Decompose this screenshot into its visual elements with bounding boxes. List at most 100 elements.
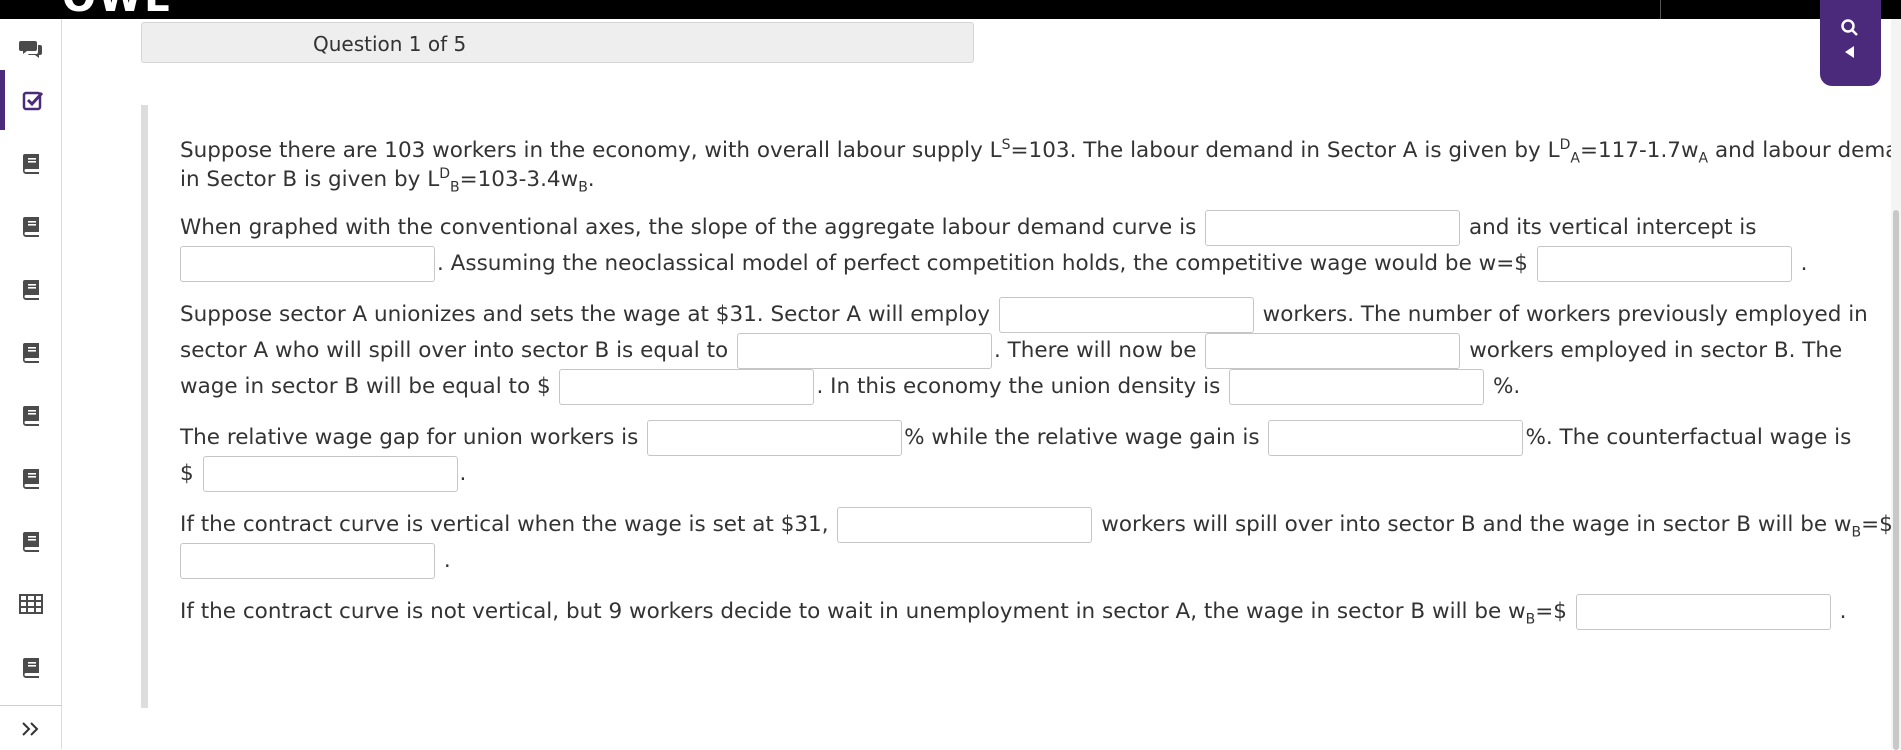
intro-text: =117-1.7w bbox=[1579, 138, 1699, 163]
p3-text: %. bbox=[1492, 374, 1521, 399]
intro-text: =103-3.4w bbox=[459, 167, 579, 192]
side-panel-tab[interactable] bbox=[1820, 0, 1881, 86]
intro-text: =103. The labour demand in Sector A is g… bbox=[1010, 138, 1560, 163]
p2-text: . Assuming the neoclassical model of per… bbox=[437, 251, 1528, 276]
book-icon bbox=[22, 658, 39, 678]
intro-text: and labour demand bbox=[1714, 138, 1901, 163]
wage-gain-input[interactable] bbox=[1268, 420, 1524, 456]
slope-input[interactable] bbox=[1205, 210, 1461, 246]
question-intro-line-2: in Sector B is given by LDB=103-3.4wB. bbox=[180, 165, 595, 196]
sidebar-item-questions[interactable] bbox=[0, 70, 61, 130]
p5-text: workers will spill over into sector B an… bbox=[1101, 512, 1852, 537]
sub-b: B bbox=[578, 179, 588, 196]
sector-b-wage-input[interactable] bbox=[559, 369, 815, 405]
sector-a-employ-input[interactable] bbox=[998, 297, 1254, 333]
question-p3-line-1: Suppose sector A unionizes and sets the … bbox=[180, 297, 1868, 333]
sidebar-item-book-6[interactable] bbox=[0, 448, 61, 508]
intro-text: . bbox=[587, 167, 595, 192]
vertical-spillover-input[interactable] bbox=[837, 507, 1093, 543]
p2-text: and its vertical intercept is bbox=[1468, 215, 1757, 240]
p4-text: The relative wage gap for union workers … bbox=[180, 425, 639, 450]
p4-text: . bbox=[459, 461, 467, 486]
book-icon bbox=[22, 343, 39, 363]
p2-text: When graphed with the conventional axes,… bbox=[180, 215, 1197, 240]
sup-d: D bbox=[439, 165, 450, 182]
sub-b: B bbox=[1525, 611, 1536, 628]
logo: OWL bbox=[62, 0, 172, 18]
spillover-input[interactable] bbox=[737, 333, 992, 369]
question-p3-line-3: wage in sector B will be equal to $ . In… bbox=[180, 369, 1520, 405]
intro-text: Suppose there are 103 workers in the eco… bbox=[180, 138, 1002, 163]
sidebar-item-table[interactable] bbox=[0, 574, 61, 634]
p3-text: workers employed in sector B. The bbox=[1469, 338, 1843, 363]
wage-gap-input[interactable] bbox=[647, 420, 903, 456]
sup-s: S bbox=[1001, 136, 1011, 153]
p4-text: % while the relative wage gain is bbox=[904, 425, 1260, 450]
counterfactual-wage-input[interactable] bbox=[202, 456, 458, 492]
p3-text: . There will now be bbox=[994, 338, 1197, 363]
sidebar-item-book-8[interactable] bbox=[0, 637, 61, 697]
book-icon bbox=[22, 532, 39, 552]
sidebar-item-book-1[interactable] bbox=[0, 133, 61, 193]
p2-text: . bbox=[1800, 251, 1808, 276]
double-chevron-right-icon bbox=[21, 722, 38, 736]
p3-text: . In this economy the union density is bbox=[816, 374, 1221, 399]
top-bar: OWL bbox=[0, 0, 1901, 19]
p6-text: . bbox=[1839, 599, 1847, 624]
question-p5-line-1: If the contract curve is vertical when t… bbox=[180, 507, 1893, 543]
question-p4-line-1: The relative wage gap for union workers … bbox=[180, 420, 1851, 456]
sub-a: A bbox=[1570, 150, 1580, 167]
book-icon bbox=[22, 406, 39, 426]
book-icon bbox=[22, 154, 39, 174]
scrollbar-thumb[interactable] bbox=[1893, 210, 1899, 750]
table-icon bbox=[18, 594, 43, 614]
question-p2-line-1: When graphed with the conventional axes,… bbox=[180, 210, 1756, 246]
caret-left-icon bbox=[1845, 46, 1854, 58]
p5-text: =$ bbox=[1861, 512, 1893, 537]
book-icon bbox=[22, 280, 39, 300]
union-density-input[interactable] bbox=[1229, 369, 1485, 405]
question-p5-line-2: . bbox=[180, 543, 451, 579]
sidebar-separator bbox=[0, 705, 62, 706]
question-intro-line-1: Suppose there are 103 workers in the eco… bbox=[180, 136, 1901, 167]
p5-text: . bbox=[443, 548, 451, 573]
question-p2-line-2: . Assuming the neoclassical model of per… bbox=[180, 246, 1807, 282]
p4-text: $ bbox=[180, 461, 194, 486]
sidebar bbox=[0, 19, 62, 749]
checkbox-icon bbox=[22, 91, 44, 111]
vertical-wage-b-input[interactable] bbox=[180, 543, 435, 579]
p3-text: wage in sector B will be equal to $ bbox=[180, 374, 551, 399]
sector-b-employed-input[interactable] bbox=[1205, 333, 1461, 369]
competitive-wage-input[interactable] bbox=[1536, 246, 1792, 282]
wait-wage-b-input[interactable] bbox=[1575, 594, 1831, 630]
p3-text: sector A who will spill over into sector… bbox=[180, 338, 729, 363]
p5-text: If the contract curve is vertical when t… bbox=[180, 512, 829, 537]
sub-a: A bbox=[1698, 150, 1709, 167]
question-p4-line-2: $ . bbox=[180, 456, 466, 492]
sidebar-item-book-2[interactable] bbox=[0, 196, 61, 256]
sup-d: D bbox=[1559, 136, 1571, 153]
sub-b: B bbox=[449, 179, 460, 196]
p6-text: If the contract curve is not vertical, b… bbox=[180, 599, 1526, 624]
question-counter: Question 1 of 5 bbox=[313, 32, 467, 56]
book-icon bbox=[22, 469, 39, 489]
question-p6-line-1: If the contract curve is not vertical, b… bbox=[180, 594, 1846, 630]
p4-text: %. The counterfactual wage is bbox=[1525, 425, 1852, 450]
intercept-input[interactable] bbox=[180, 246, 435, 282]
sidebar-expand-button[interactable] bbox=[0, 709, 61, 749]
sidebar-item-book-3[interactable] bbox=[0, 259, 61, 319]
chat-icon bbox=[18, 41, 42, 58]
p3-text: Suppose sector A unionizes and sets the … bbox=[180, 302, 990, 327]
intro-text: in Sector B is given by L bbox=[180, 167, 440, 192]
question-p3-line-2: sector A who will spill over into sector… bbox=[180, 333, 1842, 369]
book-icon bbox=[22, 217, 39, 237]
sidebar-item-book-5[interactable] bbox=[0, 385, 61, 445]
sidebar-item-book-4[interactable] bbox=[0, 322, 61, 382]
content-left-bar bbox=[141, 105, 148, 708]
p6-text: =$ bbox=[1535, 599, 1567, 624]
sidebar-item-book-7[interactable] bbox=[0, 511, 61, 571]
topbar-divider bbox=[1660, 0, 1661, 19]
p3-text: workers. The number of workers previousl… bbox=[1262, 302, 1868, 327]
question-header: Question 1 of 5 bbox=[141, 22, 974, 63]
sub-b: B bbox=[1851, 524, 1862, 541]
